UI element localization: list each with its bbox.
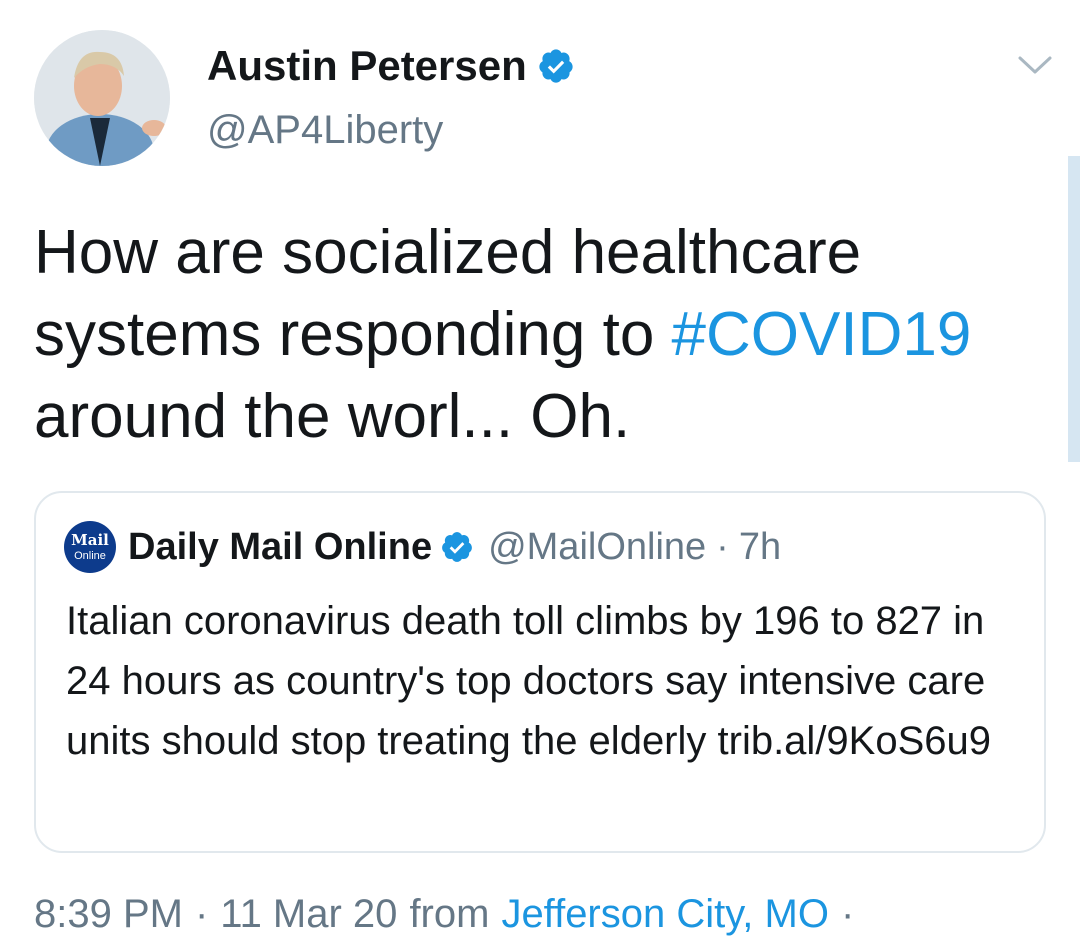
tweet-meta: 8:39 PM · 11 Mar 20 from Jefferson City,…	[34, 884, 866, 944]
from-label: from	[409, 891, 490, 936]
mail-logo-line-2: Online	[74, 550, 106, 562]
avatar-image	[34, 30, 170, 166]
scroll-indicator	[1068, 156, 1080, 462]
quoted-tweet-time[interactable]: 7h	[739, 526, 781, 569]
chevron-down-icon[interactable]	[1014, 50, 1056, 80]
tweet-time[interactable]: 8:39 PM	[34, 892, 183, 937]
quoted-tweet-header: Mail Online Daily Mail Online @MailOnlin…	[64, 521, 781, 573]
quoted-tweet-card[interactable]: Mail Online Daily Mail Online @MailOnlin…	[34, 491, 1046, 853]
avatar[interactable]	[34, 30, 170, 166]
quoted-author-handle[interactable]: @MailOnline	[488, 526, 706, 569]
hashtag-link[interactable]: #COVID19	[672, 300, 972, 369]
separator-dot: ·	[716, 525, 729, 568]
quoted-tweet-text: Italian coronavirus death toll climbs by…	[66, 599, 992, 763]
location-link[interactable]: Jefferson City, MO	[501, 892, 829, 937]
quoted-author-name[interactable]: Daily Mail Online	[128, 526, 432, 569]
mail-online-logo-icon[interactable]: Mail Online	[64, 521, 116, 573]
verified-badge-icon	[442, 532, 472, 562]
tweet-text: How are socialized healthcare systems re…	[34, 212, 1044, 458]
author-name[interactable]: Austin Petersen	[207, 42, 527, 90]
tweet-text-part-2: around the worl... Oh.	[34, 382, 631, 451]
verified-badge-icon	[539, 49, 573, 83]
mail-logo-line-1: Mail	[71, 531, 109, 549]
separator-dot: ·	[840, 891, 855, 936]
author-handle[interactable]: @AP4Liberty	[207, 108, 443, 153]
separator-dot: ·	[194, 891, 209, 936]
tweet-date[interactable]: 11 Mar 20	[220, 892, 397, 937]
